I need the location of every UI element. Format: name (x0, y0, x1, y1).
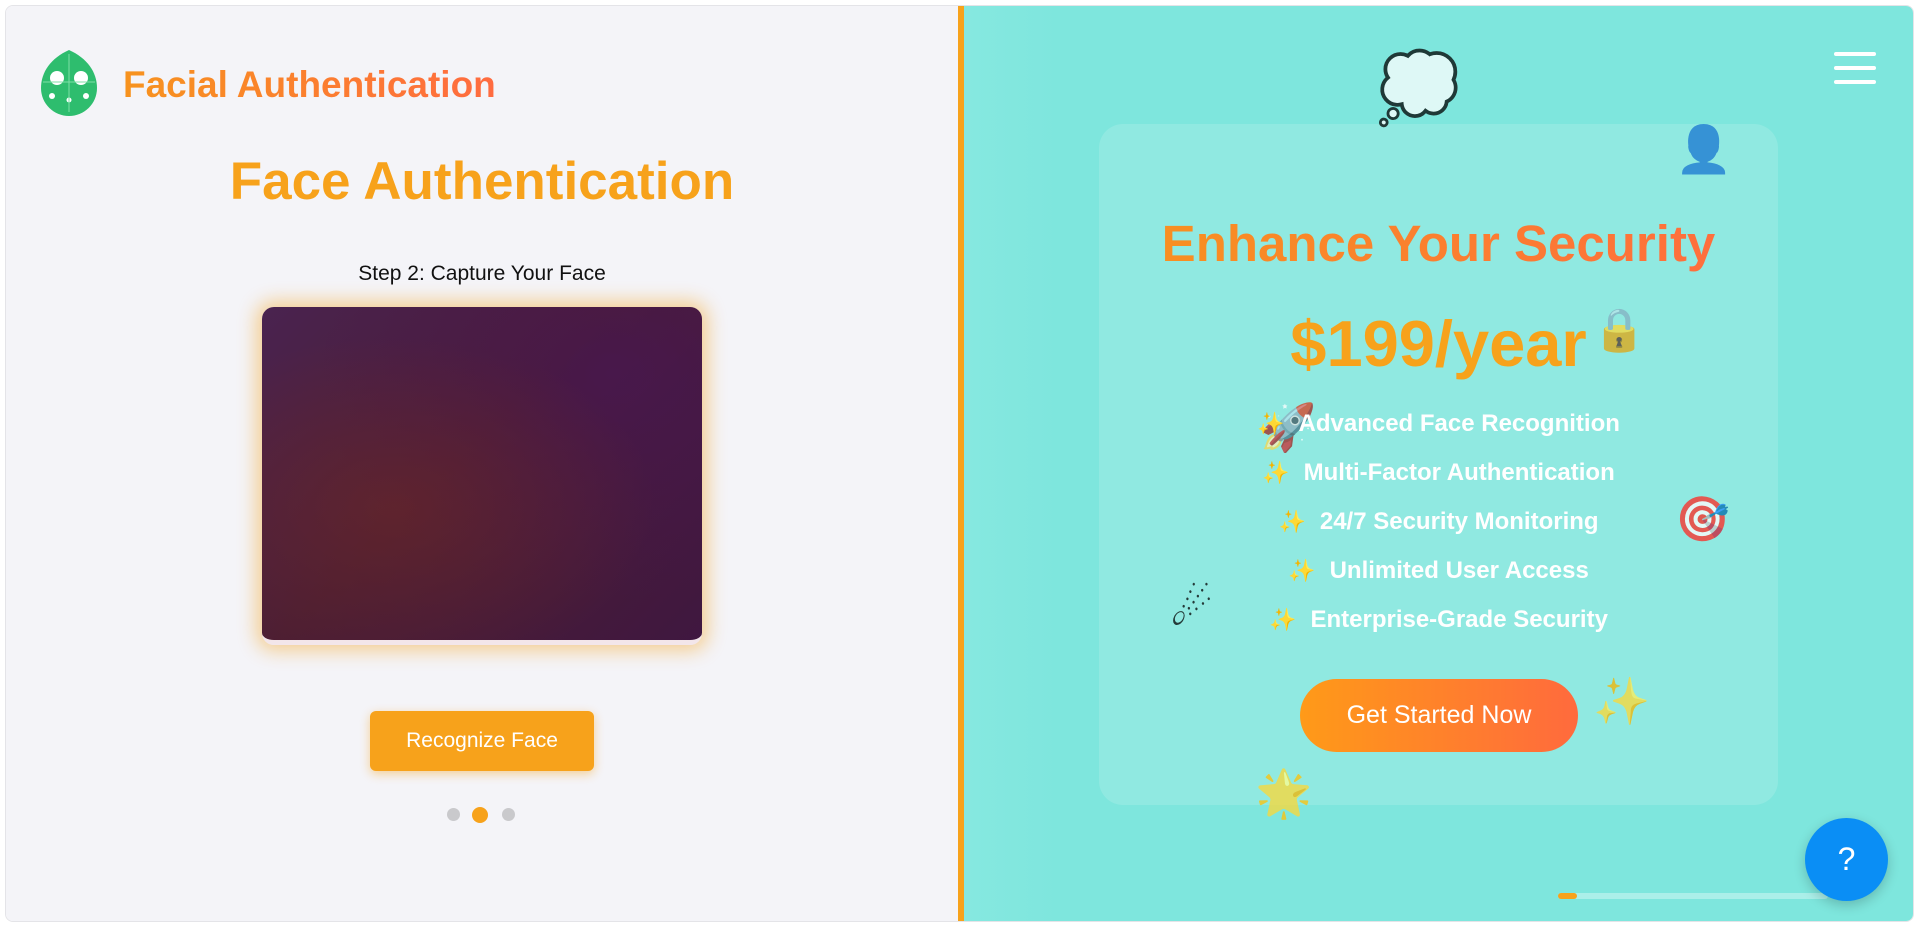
step-dot-3[interactable] (502, 808, 515, 821)
user-silhouette-icon: 👤 (1675, 123, 1733, 175)
slide-progress-fill (1558, 893, 1577, 899)
sparkles-icon: ✨ (1593, 675, 1651, 727)
brand-title: Facial Authentication (123, 64, 496, 105)
face-leaf-logo-icon[interactable] (39, 48, 99, 118)
thought-bubble-icon: 💭 (1376, 50, 1461, 126)
recognize-face-button[interactable]: Recognize Face (370, 711, 594, 771)
auth-panel: Facial Authentication Face Authenticatio… (6, 6, 958, 921)
feature-item: ✨ Multi-Factor Authentication (1262, 459, 1615, 486)
feature-list: ✨ Advanced Face Recognition ✨ Multi-Factor… (1099, 410, 1778, 655)
feature-item: ✨ 24/7 Security Monitoring (1278, 508, 1599, 535)
help-button[interactable]: ? (1805, 818, 1888, 901)
step-dot-1[interactable] (447, 808, 460, 821)
price-label: $199/year (1290, 307, 1587, 380)
feature-item: ✨ Unlimited User Access (1288, 557, 1589, 584)
slide-progress-bar (1558, 893, 1828, 899)
sparkle-icon: ✨ (1257, 411, 1285, 436)
sparkle-icon: ✨ (1288, 558, 1316, 583)
camera-preview (262, 307, 702, 645)
feature-item: ✨ Enterprise-Grade Security (1269, 606, 1608, 633)
sparkle-icon: ✨ (1278, 509, 1306, 534)
page-title: Face Authentication (229, 152, 735, 211)
step-dot-2-active[interactable] (472, 807, 488, 823)
sparkle-icon: ✨ (1269, 607, 1297, 632)
sparkle-icon: ✨ (1262, 460, 1290, 485)
hamburger-menu-icon[interactable] (1834, 52, 1876, 84)
promo-title: Enhance Your Security (1099, 214, 1778, 273)
step-instruction: Step 2: Capture Your Face (358, 262, 606, 285)
get-started-button[interactable]: Get Started Now (1300, 679, 1578, 752)
burst-icon: 🌟 (1255, 767, 1313, 819)
feature-item: ✨ Advanced Face Recognition (1257, 410, 1620, 437)
